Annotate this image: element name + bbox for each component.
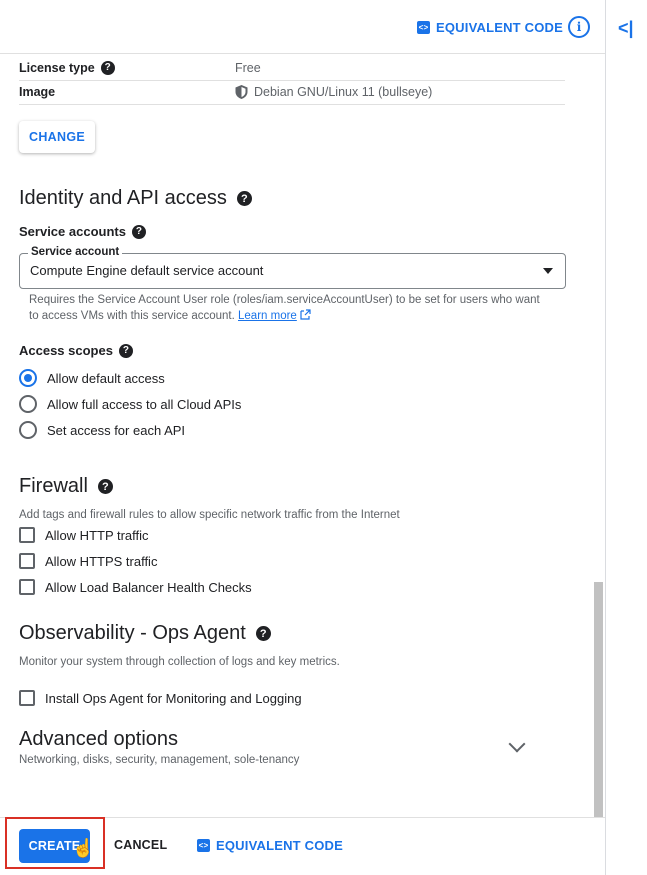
service-account-select[interactable]: Service account Compute Engine default s…	[19, 246, 566, 289]
firewall-section-title: Firewall ?	[19, 475, 113, 498]
advanced-title: Advanced options	[19, 728, 179, 750]
scrollbar-thumb[interactable]	[594, 582, 603, 817]
hand-cursor-icon: ☝	[72, 838, 95, 858]
equivalent-code-label: EQUIVALENT CODE	[216, 838, 343, 853]
checkbox[interactable]	[19, 690, 35, 706]
license-type-row: License type? Free	[19, 56, 565, 81]
checkbox-label: Allow HTTP traffic	[45, 527, 149, 543]
collapse-panel-icon[interactable]: <|	[618, 18, 638, 38]
checkbox-allow-lb-health-checks[interactable]: Allow Load Balancer Health Checks	[19, 579, 252, 595]
advanced-options-title[interactable]: Advanced options	[19, 728, 178, 751]
service-account-value: Compute Engine default service account	[30, 263, 264, 278]
access-scopes-heading: Access scopes ?	[19, 343, 133, 358]
help-icon[interactable]: ?	[131, 224, 146, 239]
checkbox-label: Allow HTTPS traffic	[45, 553, 158, 569]
image-value: Debian GNU/Linux 11 (bullseye)	[254, 85, 433, 99]
firewall-title: Firewall	[19, 475, 88, 497]
image-label: Image	[19, 85, 56, 99]
code-icon: <>	[197, 839, 210, 852]
license-type-value: Free	[235, 61, 261, 75]
help-icon[interactable]: ?	[100, 61, 115, 75]
radio-label: Allow full access to all Cloud APIs	[47, 396, 242, 412]
advanced-options-description: Networking, disks, security, management,…	[19, 754, 300, 766]
help-icon[interactable]: ?	[255, 626, 271, 641]
side-panel: <|	[606, 0, 647, 875]
radio-button[interactable]	[19, 421, 37, 439]
help-icon[interactable]: ?	[236, 191, 252, 206]
access-scopes-label: Access scopes	[19, 343, 113, 358]
observability-title: Observability - Ops Agent	[19, 622, 246, 644]
checkbox[interactable]	[19, 579, 35, 595]
chevron-down-icon[interactable]	[508, 735, 526, 753]
radio-button[interactable]	[19, 395, 37, 413]
service-accounts-label: Service accounts	[19, 224, 126, 239]
service-account-hint: Requires the Service Account User role (…	[29, 292, 549, 324]
radio-button-selected[interactable]	[19, 369, 37, 387]
external-link-icon[interactable]	[300, 309, 311, 320]
checkbox-label: Allow Load Balancer Health Checks	[45, 579, 252, 595]
identity-title: Identity and API access	[19, 187, 227, 209]
checkbox-allow-https[interactable]: Allow HTTPS traffic	[19, 553, 157, 569]
radio-allow-default-access[interactable]: Allow default access	[19, 369, 165, 387]
license-type-label: License type	[19, 61, 95, 75]
firewall-description: Add tags and firewall rules to allow spe…	[19, 509, 400, 521]
service-accounts-heading: Service accounts ?	[19, 224, 146, 239]
learn-more-link[interactable]: Learn more	[238, 310, 297, 322]
shield-icon	[235, 85, 248, 99]
equivalent-code-link-top[interactable]: <> EQUIVALENT CODE	[417, 20, 563, 35]
equivalent-code-label: EQUIVALENT CODE	[436, 20, 563, 35]
radio-label: Allow default access	[47, 370, 165, 386]
radio-set-access-each-api[interactable]: Set access for each API	[19, 421, 185, 439]
identity-section-title: Identity and API access ?	[19, 187, 252, 210]
change-button[interactable]: CHANGE	[19, 121, 95, 153]
top-bar: <> EQUIVALENT CODE i	[0, 0, 605, 54]
radio-label: Set access for each API	[47, 422, 186, 438]
image-row: Image Debian GNU/Linux 11 (bullseye)	[19, 80, 565, 105]
equivalent-code-link-bottom[interactable]: <> EQUIVALENT CODE	[197, 838, 343, 853]
dropdown-arrow-icon	[543, 268, 553, 274]
radio-allow-full-access[interactable]: Allow full access to all Cloud APIs	[19, 395, 241, 413]
info-icon[interactable]: i	[568, 16, 590, 38]
observability-description: Monitor your system through collection o…	[19, 656, 340, 668]
checkbox-label: Install Ops Agent for Monitoring and Log…	[45, 690, 302, 706]
code-icon: <>	[417, 21, 430, 34]
cancel-button[interactable]: CANCEL	[114, 838, 167, 852]
observability-section-title: Observability - Ops Agent ?	[19, 622, 271, 645]
help-icon[interactable]: ?	[118, 343, 133, 358]
checkbox-install-ops-agent[interactable]: Install Ops Agent for Monitoring and Log…	[19, 690, 302, 706]
checkbox[interactable]	[19, 553, 35, 569]
help-icon[interactable]: ?	[97, 479, 113, 494]
service-account-legend: Service account	[28, 246, 123, 258]
checkbox-allow-http[interactable]: Allow HTTP traffic	[19, 527, 149, 543]
checkbox[interactable]	[19, 527, 35, 543]
main-panel: <> EQUIVALENT CODE i License type? Free …	[0, 0, 606, 875]
